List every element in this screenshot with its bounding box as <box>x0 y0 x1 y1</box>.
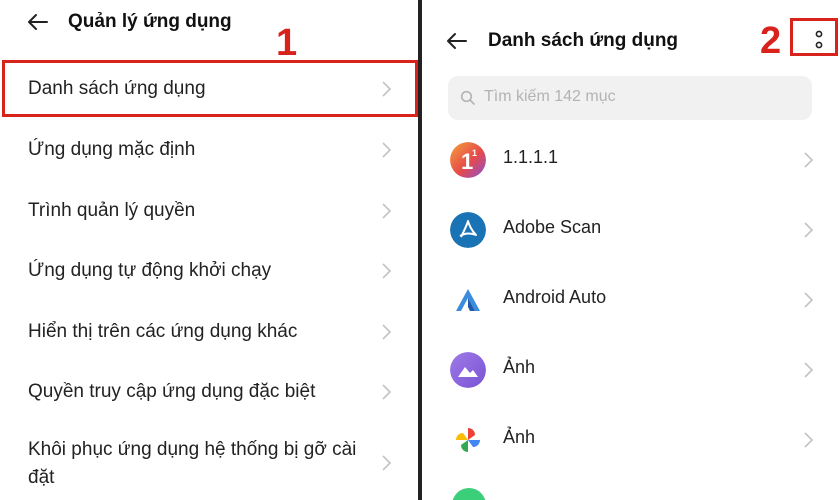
menu-item-restore-system-apps[interactable]: Khôi phục ứng dụng hệ thống bị gỡ cài đặ… <box>0 436 418 494</box>
app-row-gallery[interactable]: Ảnh <box>422 335 840 405</box>
menu-item-label: Ứng dụng mặc định <box>28 139 196 160</box>
menu-item-label: Trình quản lý quyền <box>28 200 196 221</box>
svg-text:1: 1 <box>472 148 477 158</box>
more-options-icon[interactable] <box>814 28 824 52</box>
chevron-right-icon <box>804 362 814 378</box>
app-name: 1.1.1.1 <box>503 147 559 167</box>
menu-item-label: Danh sách ứng dụng <box>28 78 206 99</box>
gallery-icon <box>450 352 486 388</box>
chevron-right-icon <box>804 222 814 238</box>
android-auto-icon <box>456 289 480 311</box>
menu-item-default-apps[interactable]: Ứng dụng mặc định <box>0 136 418 166</box>
menu-item-auto-launch[interactable]: Ứng dụng tự động khởi chạy <box>0 257 418 287</box>
chevron-right-icon <box>804 432 814 448</box>
menu-item-label: Hiển thị trên các ứng dụng khác <box>28 321 298 342</box>
app-name: Adobe Scan <box>503 217 602 237</box>
menu-item-label: Khôi phục ứng dụng hệ thống bị gỡ cài đặ… <box>28 439 357 488</box>
app-management-panel: Quản lý ứng dụng 1 Danh sách ứng dụng Ứn… <box>0 0 418 500</box>
menu-item-display-over-apps[interactable]: Hiển thị trên các ứng dụng khác <box>0 318 418 348</box>
partial-app-icon <box>452 488 486 500</box>
back-arrow-icon[interactable] <box>26 10 50 34</box>
app-row-android-auto[interactable]: Android Auto <box>422 265 840 335</box>
menu-item-label: Ứng dụng tự động khởi chạy <box>28 260 272 281</box>
1111-icon: 1 1 <box>450 142 486 178</box>
chevron-right-icon <box>382 324 392 340</box>
chevron-right-icon <box>382 384 392 400</box>
back-arrow-icon[interactable] <box>445 29 469 53</box>
app-row-adobe-scan[interactable]: Adobe Scan <box>422 195 840 265</box>
app-name: Ảnh <box>503 357 536 377</box>
menu-item-permission-manager[interactable]: Trình quản lý quyền <box>0 197 418 227</box>
search-input[interactable]: Tìm kiếm 142 mục <box>448 76 812 120</box>
chevron-right-icon <box>382 203 392 219</box>
adobe-scan-icon <box>450 212 486 248</box>
step-marker: 2 <box>760 20 782 62</box>
app-name: Android Auto <box>503 287 607 307</box>
app-list-panel: Danh sách ứng dụng 2 Tìm kiếm 142 mục 1 … <box>422 0 840 500</box>
chevron-right-icon <box>804 152 814 168</box>
page-title: Danh sách ứng dụng <box>488 30 679 51</box>
chevron-right-icon <box>382 455 392 471</box>
menu-item-app-list[interactable]: Danh sách ứng dụng <box>0 75 418 105</box>
google-photos-icon <box>456 428 480 452</box>
chevron-right-icon <box>804 292 814 308</box>
search-icon <box>460 90 475 105</box>
page-title: Quản lý ứng dụng <box>68 11 232 32</box>
app-name: Ảnh <box>503 427 536 447</box>
chevron-right-icon <box>382 263 392 279</box>
menu-item-label: Quyền truy cập ứng dụng đặc biệt <box>28 381 316 402</box>
app-row-1111[interactable]: 1 1 1.1.1.1 <box>422 125 840 195</box>
chevron-right-icon <box>382 81 392 97</box>
step-marker: 1 <box>276 22 298 64</box>
app-row-google-photos[interactable]: Ảnh <box>422 405 840 475</box>
search-placeholder: Tìm kiếm 142 mục <box>484 88 616 105</box>
chevron-right-icon <box>382 142 392 158</box>
menu-item-special-access[interactable]: Quyền truy cập ứng dụng đặc biệt <box>0 378 418 408</box>
